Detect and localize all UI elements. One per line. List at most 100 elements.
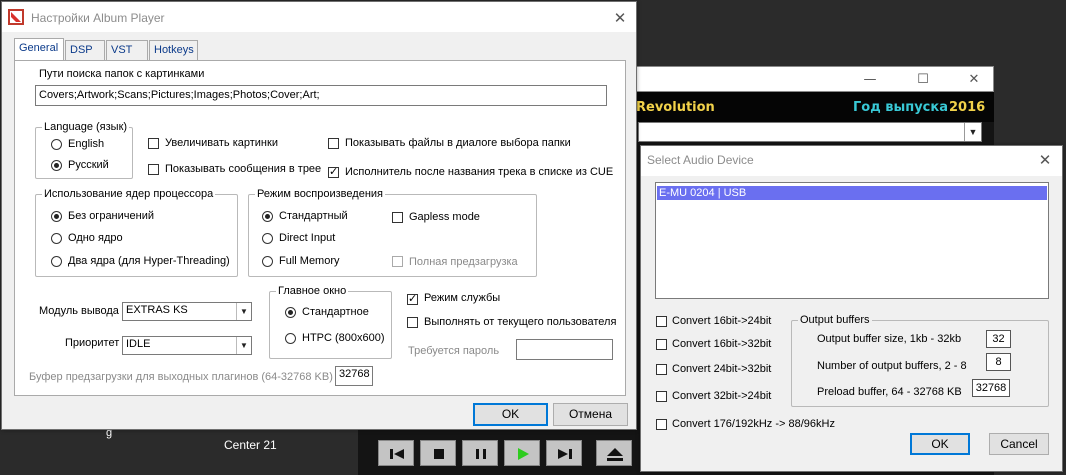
tab-hotkeys[interactable]: Hotkeys [149,40,198,60]
device-list-item[interactable]: E-MU 0204 | USB [657,186,1047,200]
language-group: Language (язык) [35,121,133,179]
password-label: Требуется пароль [408,345,500,357]
player-track-combo[interactable]: ▼ [638,122,982,142]
audio-titlebar: Select Audio Device ✕ [641,146,1062,176]
lang-russian-radio[interactable] [51,160,62,171]
year-value: 2016 [949,100,986,115]
eject-icon [607,448,623,461]
convert-16-32-checkbox[interactable] [656,339,667,350]
close-icon[interactable]: ✕ [608,7,632,29]
next-button[interactable] [546,440,582,466]
password-input[interactable] [516,339,613,360]
buffer-input[interactable]: 32768 [335,366,373,386]
play-icon [518,448,529,460]
prev-button[interactable] [378,440,414,466]
maximize-icon[interactable]: ☐ [912,71,934,89]
convert-24-32-checkbox[interactable] [656,364,667,375]
track-name: Center 21 [224,438,277,452]
pb-direct-label: Direct Input [279,232,336,244]
pause-button[interactable] [462,440,498,466]
run-current-user-checkbox[interactable] [407,317,418,328]
mw-htpc-radio[interactable] [285,333,296,344]
pb-standard-radio[interactable] [262,211,273,222]
gapless-checkbox[interactable] [392,212,403,223]
buffer-size-input[interactable]: 32 [986,330,1011,348]
output-buffers-label: Output buffers [798,314,872,326]
close-icon[interactable]: ✕ [1033,149,1057,171]
preload-label: Preload buffer, 64 - 32768 KB [817,386,962,398]
language-group-label: Language (язык) [42,121,130,133]
cpu-one-radio[interactable] [51,233,62,244]
search-paths-input[interactable]: Covers;Artwork;Scans;Pictures;Images;Pho… [35,85,607,106]
service-mode-label: Режим службы [424,292,501,304]
artist-after-title-checkbox[interactable]: ✓ [328,165,339,178]
output-module-select[interactable]: EXTRAS KS ▼ [122,302,252,321]
check-icon: ✓ [408,292,418,305]
audio-title: Select Audio Device [647,153,754,167]
service-mode-checkbox[interactable]: ✓ [407,292,418,305]
show-files-label: Показывать файлы в диалоге выбора папки [345,137,571,149]
cpu-unlimited-radio[interactable] [51,211,62,222]
ok-button[interactable]: OK [910,433,970,455]
artist-after-title-label: Исполнитель после названия трека в списк… [345,166,614,178]
lang-english-radio[interactable] [51,139,62,150]
buffer-size-label: Output buffer size, 1kb - 32kb [817,333,962,345]
eject-button[interactable] [596,440,632,466]
settings-titlebar: Настройки Album Player ✕ [2,2,636,32]
show-files-checkbox[interactable] [328,138,339,149]
audio-device-dialog: Select Audio Device ✕ E-MU 0204 | USB Co… [640,145,1063,472]
lang-russian-label: Русский [68,159,109,171]
pb-full-radio[interactable] [262,256,273,267]
cpu-two-radio[interactable] [51,256,62,267]
gapless-label: Gapless mode [409,211,480,223]
pause-icon [476,449,486,459]
convert-rate-label: Convert 176/192kHz -> 88/96kHz [672,418,835,430]
enlarge-images-checkbox[interactable] [148,138,159,149]
show-tree-messages-checkbox[interactable] [148,164,159,175]
full-preload-label: Полная предзагрузка [409,256,518,268]
chevron-down-icon[interactable]: ▼ [964,123,981,141]
stop-icon [434,449,444,459]
show-tree-messages-label: Показывать сообщения в трее [165,163,322,175]
preload-input[interactable]: 32768 [972,379,1010,397]
minimize-icon[interactable]: — [859,71,881,89]
tab-vst[interactable]: VST [106,40,148,60]
settings-dialog: Настройки Album Player ✕ General DSP VST… [1,1,637,430]
tab-general[interactable]: General [14,38,64,61]
chevron-down-icon[interactable]: ▼ [236,303,251,320]
convert-16-32-label: Convert 16bit->32bit [672,338,772,350]
ok-button[interactable]: OK [473,403,548,426]
lang-english-label: English [68,138,105,150]
album-title: Revolution [636,100,715,115]
cpu-group-label: Использование ядер процессора [42,188,216,200]
convert-16-24-label: Convert 16bit->24bit [672,315,772,327]
mw-htpc-label: HTPC (800x600) [302,332,385,344]
pb-full-label: Full Memory [279,255,340,267]
convert-32-24-label: Convert 32bit->24bit [672,390,772,402]
settings-title: Настройки Album Player [31,11,165,25]
device-list[interactable]: E-MU 0204 | USB [655,182,1049,299]
buffer-count-input[interactable]: 8 [986,353,1011,371]
priority-select[interactable]: IDLE ▼ [122,336,252,355]
stop-button[interactable] [420,440,456,466]
year-label: Год выпуска [853,100,948,115]
cancel-button[interactable]: Отмена [553,403,628,426]
search-paths-label: Пути поиска папок с картинками [39,68,205,80]
main-window-group: Главное окно [269,285,392,359]
close-icon[interactable]: ✕ [963,71,985,89]
tab-dsp[interactable]: DSP [65,40,105,60]
pb-direct-radio[interactable] [262,233,273,244]
convert-32-24-checkbox[interactable] [656,391,667,402]
full-preload-checkbox [392,256,403,267]
cpu-unlimited-label: Без ограничений [68,210,154,222]
check-icon: ✓ [329,165,339,178]
convert-16-24-checkbox[interactable] [656,316,667,327]
play-button[interactable] [504,440,540,466]
convert-rate-checkbox[interactable] [656,419,667,430]
pb-standard-label: Стандартный [279,210,348,222]
cancel-button[interactable]: Cancel [989,433,1049,455]
mw-standard-radio[interactable] [285,307,296,318]
cpu-two-label: Два ядра (для Hyper-Threading) [68,255,230,267]
chevron-down-icon[interactable]: ▼ [236,337,251,354]
prev-icon [390,449,404,459]
